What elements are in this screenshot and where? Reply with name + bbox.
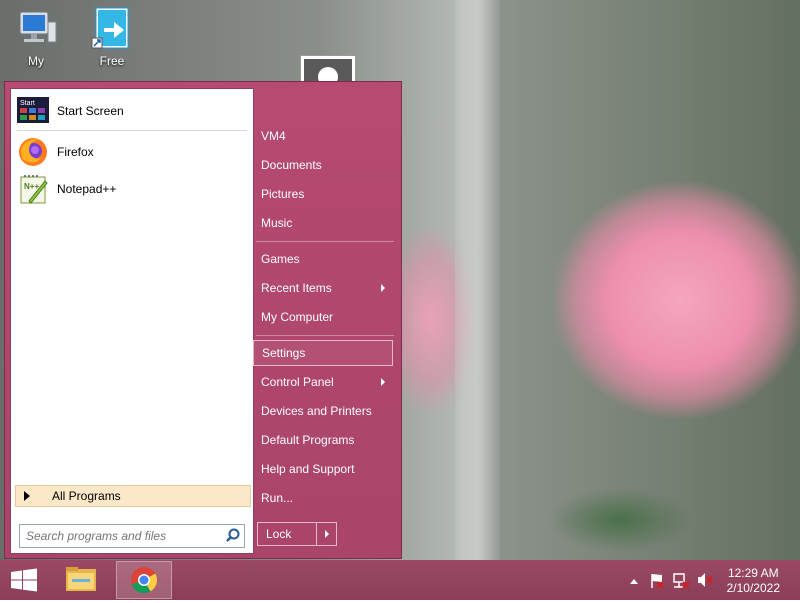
menu-item-my-computer[interactable]: My Computer [253,304,393,330]
start-search-box[interactable] [19,524,245,548]
start-screen-icon: Start [17,95,49,127]
menu-item-label: Control Panel [261,375,334,389]
menu-item-default-programs[interactable]: Default Programs [253,427,393,453]
separator [256,241,394,242]
free-decoder-icon [90,6,134,50]
menu-item-label: VM4 [261,129,286,143]
program-notepad-plus-plus[interactable]: N++ Notepad++ [17,173,247,205]
desktop-icon-label: My [28,54,44,68]
separator [17,130,247,131]
expand-arrow-icon [24,491,30,501]
all-programs-label: All Programs [52,489,121,503]
taskbar: 12:29 AM 2/10/2022 [0,560,800,600]
taskbar-clock[interactable]: 12:29 AM 2/10/2022 [727,566,780,596]
menu-item-label: Games [261,252,300,266]
svg-text:Start: Start [20,100,35,107]
clock-date: 2/10/2022 [726,581,780,595]
show-hidden-icons-icon[interactable] [630,579,638,584]
menu-item-documents[interactable]: Documents [253,152,393,178]
menu-item-settings[interactable]: Settings [253,340,393,366]
taskbar-file-explorer[interactable] [56,561,106,599]
menu-item-games[interactable]: Games [253,246,393,272]
desktop-icon-label: Free [99,54,125,68]
volume-muted-icon[interactable] [698,573,713,587]
chrome-icon [131,567,158,594]
program-firefox[interactable]: Firefox [17,136,247,168]
power-options-arrow[interactable] [316,523,336,545]
notepad-plus-plus-icon: N++ [17,173,49,205]
lock-label: Lock [266,527,292,541]
menu-item-label: Music [261,216,293,230]
start-menu-programs-pane: Start Start Screen Firefox N++ Notepad++… [10,88,254,554]
menu-item-run[interactable]: Run... [253,485,393,511]
clock-time: 12:29 AM [727,566,779,580]
menu-item-control-panel[interactable]: Control Panel [253,369,393,395]
program-start-screen[interactable]: Start Start Screen [17,95,247,127]
menu-item-label: My Computer [261,310,334,324]
all-programs-button[interactable]: All Programs [15,485,251,507]
system-tray [628,560,716,600]
menu-item-pictures[interactable]: Pictures [253,181,393,207]
search-input[interactable] [20,526,222,546]
menu-item-help-and-support[interactable]: Help and Support [253,456,393,482]
menu-item-label: Default Programs [261,433,355,447]
taskbar-chrome[interactable] [116,561,172,599]
search-icon[interactable] [222,525,244,547]
windows-start-icon [11,568,37,592]
separator [256,335,394,336]
menu-item-label: Run... [261,491,294,505]
menu-item-recent-items[interactable]: Recent Items [253,275,393,301]
network-icon[interactable] [673,573,690,589]
computer-icon [14,6,58,50]
file-explorer-icon [66,567,96,591]
menu-item-vm4[interactable]: VM4 [253,123,393,149]
lock-button[interactable]: Lock [257,522,337,546]
program-label: Firefox [57,145,94,159]
wallpaper-pole [455,0,500,560]
menu-item-label: Devices and Printers [261,404,372,418]
program-label: Start Screen [57,104,124,118]
menu-item-label: Settings [262,346,306,360]
desktop-icon-free-decoder[interactable]: Free [82,6,142,68]
start-button[interactable] [0,561,48,599]
desktop-icon-my-computer[interactable]: My [6,6,66,68]
menu-item-label: Recent Items [261,281,332,295]
menu-item-music[interactable]: Music [253,210,393,236]
submenu-arrow-icon [381,284,385,292]
action-center-flag-icon[interactable] [651,574,664,589]
menu-item-label: Help and Support [261,462,355,476]
menu-item-label: Documents [261,158,322,172]
firefox-icon [17,136,49,168]
svg-text:N++: N++ [24,182,39,191]
menu-item-label: Pictures [261,187,305,201]
program-label: Notepad++ [57,182,117,196]
submenu-arrow-icon [381,378,385,386]
menu-item-devices-and-printers[interactable]: Devices and Printers [253,398,393,424]
